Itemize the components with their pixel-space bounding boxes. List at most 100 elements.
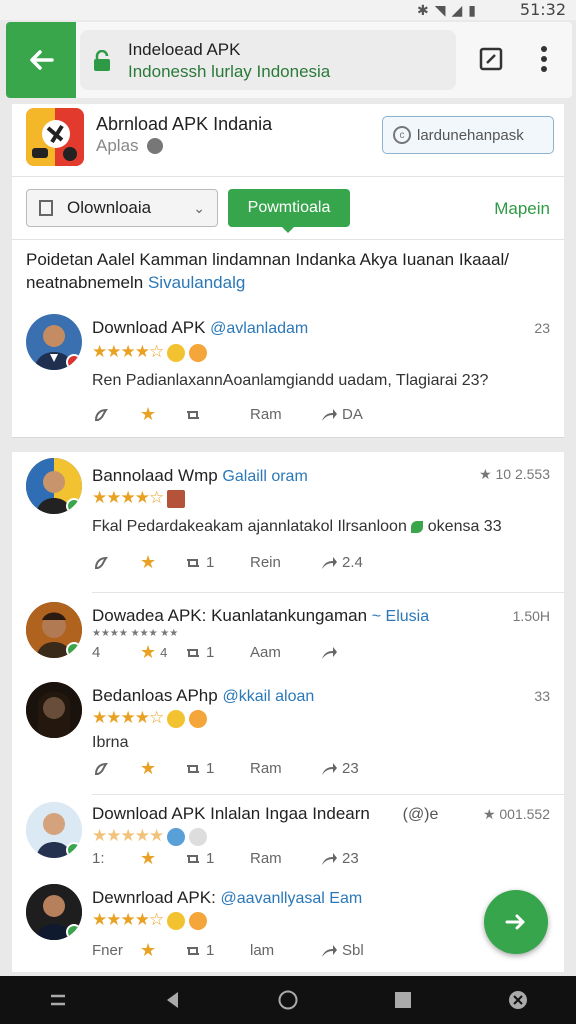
share-button[interactable] xyxy=(320,644,338,662)
like-button[interactable]: Rein xyxy=(250,554,320,571)
badge-icon xyxy=(66,924,82,940)
avatar[interactable] xyxy=(26,884,82,940)
reply-button[interactable]: Fner xyxy=(92,942,140,959)
retweet-button[interactable]: 1 xyxy=(184,760,250,778)
retweet-button[interactable]: 1 xyxy=(184,942,250,960)
reply-count: 1: xyxy=(92,850,105,867)
description-tag[interactable]: Sivaulandalg xyxy=(148,273,245,292)
post-actions: 1: ★ 1 Ram 23 xyxy=(92,848,359,869)
assistant-icon[interactable] xyxy=(507,989,529,1011)
avatar[interactable] xyxy=(26,458,82,514)
star-button[interactable]: ★ xyxy=(140,552,184,573)
emoji-icon xyxy=(189,911,208,930)
share-button[interactable]: DA xyxy=(320,406,363,424)
post-item[interactable]: Download APK @avlanladam 23 ★★★★☆ Ren Pa… xyxy=(12,308,564,438)
badge-icon xyxy=(66,642,82,658)
bluetooth-icon: ✱ xyxy=(416,2,429,18)
retweet-count: 1 xyxy=(206,644,215,661)
back-button[interactable] xyxy=(6,22,76,98)
post-text-tag: okensa 33 xyxy=(427,518,502,535)
app-icon[interactable] xyxy=(26,108,84,166)
more-vert-icon[interactable] xyxy=(536,44,552,74)
avatar[interactable] xyxy=(26,802,82,858)
arrow-left-icon xyxy=(30,50,54,70)
filter-select[interactable]: Olownloaia ⌄ xyxy=(26,189,218,227)
home-icon[interactable] xyxy=(277,989,299,1011)
tabs-button[interactable] xyxy=(478,46,504,72)
status-time: 51:32 xyxy=(519,0,566,19)
star-button[interactable]: ★ 4 xyxy=(140,642,184,663)
star-button[interactable]: ★ xyxy=(140,940,184,961)
primary-button[interactable]: Powmtioala xyxy=(228,189,350,233)
reply-button[interactable]: 4 xyxy=(92,644,140,661)
author-handle[interactable]: Galaill oram xyxy=(222,468,307,485)
reply-button[interactable] xyxy=(92,554,140,572)
author-handle[interactable]: ~ Elusia xyxy=(372,608,429,625)
like-button[interactable]: Ram xyxy=(250,406,320,423)
reply-button[interactable] xyxy=(92,760,140,778)
like-label: Rein xyxy=(250,554,281,571)
reply-icon xyxy=(94,762,108,775)
post-text: Ibrna xyxy=(92,734,129,751)
retweet-button[interactable]: 1 xyxy=(184,644,250,662)
avatar[interactable] xyxy=(26,602,82,658)
post-actions: Fner ★ 1 lam Sbl xyxy=(92,940,364,961)
stars-text: ★★★★☆ xyxy=(92,910,164,929)
author-name: Bedanloas APhp xyxy=(92,686,218,705)
back-triangle-icon[interactable] xyxy=(162,989,184,1011)
author-handle[interactable]: @aavanllyasal Eam xyxy=(221,890,363,907)
menu-icon[interactable] xyxy=(47,989,69,1011)
star-button[interactable]: ★ xyxy=(140,758,184,779)
copyright-icon: c xyxy=(393,126,411,144)
share-button[interactable]: 2.4 xyxy=(320,554,363,572)
emoji-icon xyxy=(167,709,186,728)
address-bar[interactable]: Indeloead APK Indonessh lurlay Indonesia xyxy=(80,30,456,90)
floating-action-button[interactable] xyxy=(484,890,548,954)
emoji-icon xyxy=(167,489,186,508)
retweet-button[interactable]: 1 xyxy=(184,850,250,868)
post-author: Download APK @avlanladam xyxy=(92,318,308,338)
share-icon xyxy=(322,762,337,775)
share-button[interactable]: 23 xyxy=(320,760,359,778)
post-item[interactable]: Bannolaad Wmp Galaill oram ★ 10 2.553 ★★… xyxy=(12,452,564,592)
retweet-count: 1 xyxy=(206,942,215,959)
retweet-button[interactable] xyxy=(184,406,250,424)
post-text: Ren PadianlaxannAoanlamgiandd uadam, Tla… xyxy=(92,372,489,389)
star-button[interactable]: ★ xyxy=(140,848,184,869)
system-nav-bar xyxy=(0,976,576,1024)
reply-button[interactable]: 1: xyxy=(92,850,140,867)
reply-icon xyxy=(94,408,108,421)
like-button[interactable]: Aam xyxy=(250,644,320,661)
like-label: Ram xyxy=(250,850,282,867)
avatar[interactable] xyxy=(26,682,82,738)
post-item[interactable]: Dowadea APK: Kuanlatankungaman ~ Elusia … xyxy=(12,596,564,682)
avatar[interactable] xyxy=(26,314,82,370)
like-button[interactable]: Ram xyxy=(250,850,320,867)
share-count: 23 xyxy=(342,760,359,777)
reply-button[interactable] xyxy=(92,406,140,424)
author-handle[interactable]: @avlanladam xyxy=(210,320,308,337)
right-link[interactable]: Mapein xyxy=(494,199,550,219)
post-item[interactable]: Bedanloas APhp @kkail aloan 33 ★★★★☆ Ibr… xyxy=(12,680,564,792)
post-author: Bedanloas APhp @kkail aloan xyxy=(92,686,314,706)
recents-icon[interactable] xyxy=(392,989,414,1011)
like-button[interactable]: Ram xyxy=(250,760,320,777)
feed-card: Bannolaad Wmp Galaill oram ★ 10 2.553 ★★… xyxy=(12,452,564,972)
post-actions: 4 ★ 4 1 Aam xyxy=(92,642,338,663)
post-meta: 23 xyxy=(534,320,550,336)
chevron-down-icon: ⌄ xyxy=(193,200,205,216)
emoji-icon xyxy=(189,343,208,362)
author-handle[interactable]: @kkail aloan xyxy=(222,688,314,705)
post-item[interactable]: Download APK Inlalan Ingaa Indearn (@)e … xyxy=(12,798,564,882)
star-button[interactable]: ★ xyxy=(140,404,184,425)
app-action-button[interactable]: c lardunehanpask xyxy=(382,116,554,154)
like-label: Ram xyxy=(250,760,282,777)
retweet-icon xyxy=(187,854,199,863)
lock-icon xyxy=(94,50,110,71)
author-handle[interactable]: (@)e xyxy=(403,806,439,823)
post-item[interactable]: Dewnrload APK: @aavanllyasal Eam ★★★★☆ F… xyxy=(12,882,564,972)
share-button[interactable]: 23 xyxy=(320,850,359,868)
retweet-button[interactable]: 1 xyxy=(184,554,250,572)
share-button[interactable]: Sbl xyxy=(320,942,364,960)
like-button[interactable]: lam xyxy=(250,942,320,959)
